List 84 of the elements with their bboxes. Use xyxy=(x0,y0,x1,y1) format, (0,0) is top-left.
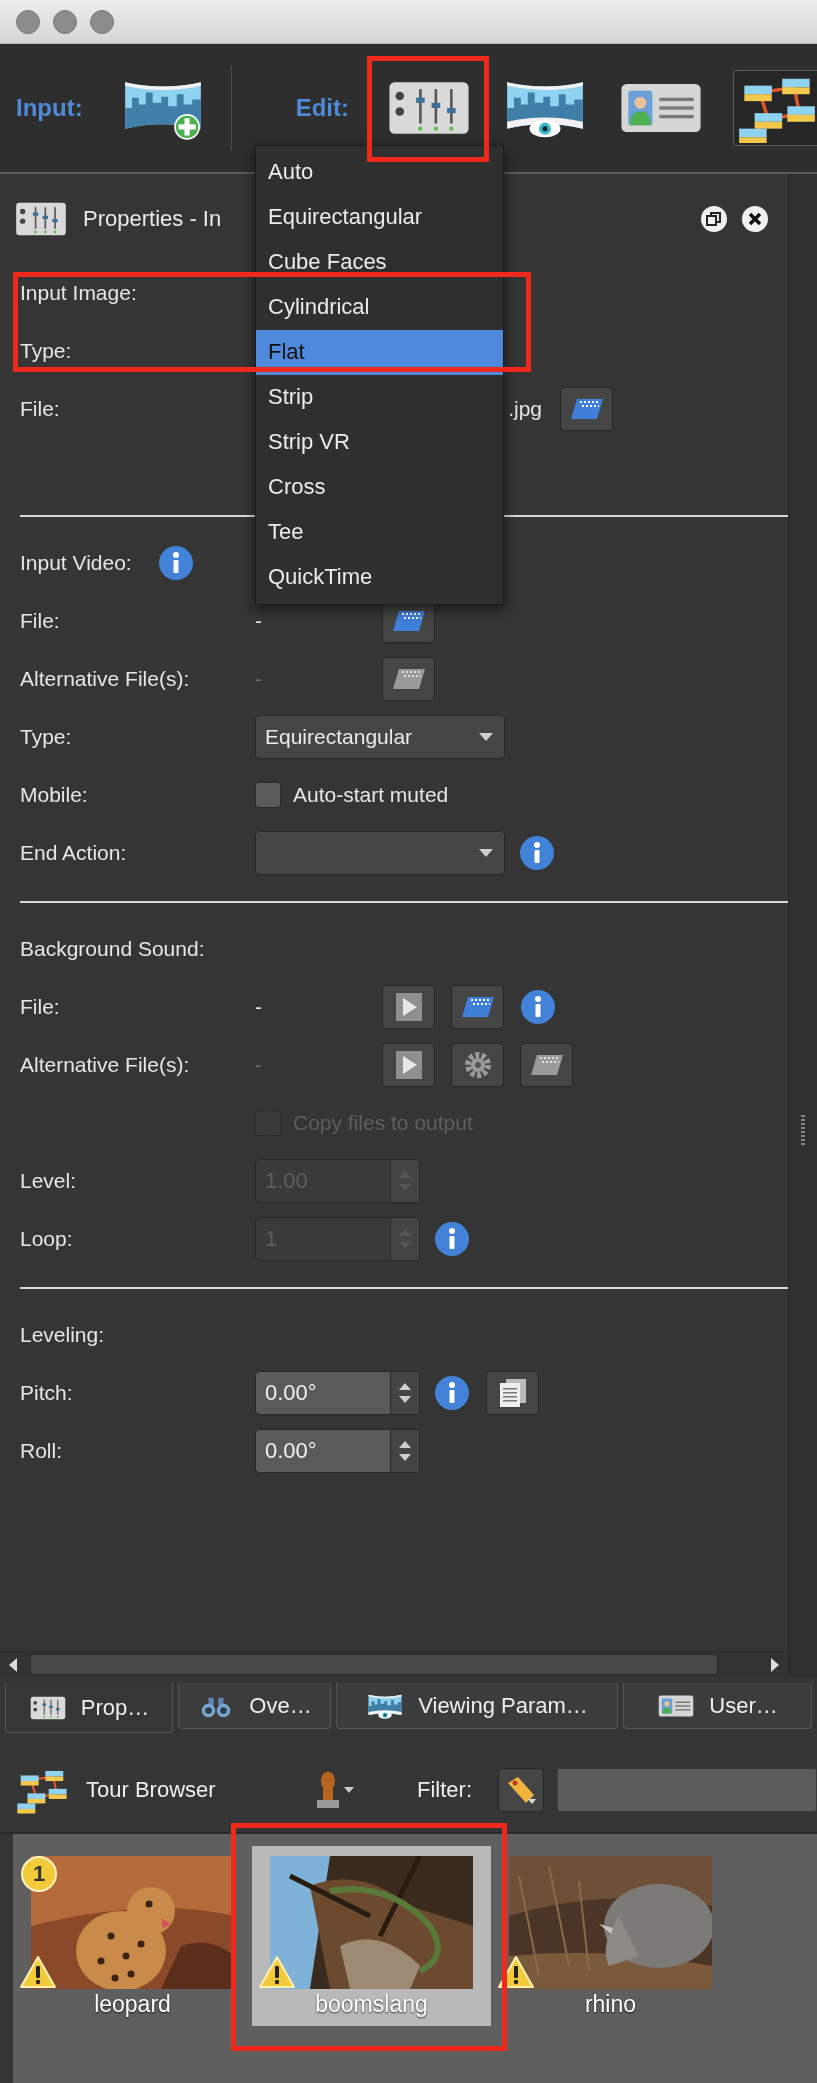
section-heading: Background Sound: xyxy=(20,937,205,961)
field-label: File: xyxy=(20,609,61,633)
folder-icon xyxy=(392,669,425,689)
play-icon xyxy=(395,1051,422,1079)
warning-icon xyxy=(19,1955,57,1989)
item-name: boomslang xyxy=(315,1991,428,2018)
info-icon[interactable] xyxy=(519,835,555,871)
spin-box[interactable]: 0.00° xyxy=(255,1371,420,1415)
menu-item[interactable]: Cube Faces xyxy=(256,239,503,285)
tag-button[interactable] xyxy=(498,1768,544,1812)
menu-item[interactable]: Strip VR xyxy=(256,419,503,465)
tour-item[interactable]: 1 leopard xyxy=(13,1846,252,2026)
menu-item[interactable]: Cross xyxy=(256,464,503,510)
tab[interactable]: Ove… xyxy=(178,1683,331,1729)
dropdown[interactable]: Equirectangular xyxy=(255,715,505,759)
window-control[interactable] xyxy=(90,9,114,34)
section-heading: Leveling: xyxy=(20,1323,105,1347)
toolbar-button[interactable] xyxy=(732,70,817,146)
toolbar-label: Input: xyxy=(16,94,83,122)
caret-icon xyxy=(478,732,494,742)
field-label: Loop: xyxy=(20,1227,74,1251)
warning-icon xyxy=(258,1955,296,1989)
tab[interactable]: User… xyxy=(623,1683,812,1729)
play-icon xyxy=(395,993,422,1021)
folder-icon xyxy=(461,997,494,1017)
field-label: End Action: xyxy=(20,841,128,865)
item-name: leopard xyxy=(94,1991,171,2018)
field-label: File: xyxy=(20,995,61,1019)
menu-item[interactable]: QuickTime xyxy=(256,554,503,600)
folder-icon xyxy=(530,1055,563,1075)
section-heading: Input Video: xyxy=(20,551,132,575)
field-label: File: xyxy=(20,397,61,421)
tour-item[interactable]: rhino xyxy=(491,1846,730,2026)
info-icon[interactable] xyxy=(434,1221,470,1257)
filter-label: Filter: xyxy=(417,1777,472,1803)
field-label: Level: xyxy=(20,1169,78,1193)
filter-field[interactable] xyxy=(557,1768,817,1812)
field-value: - xyxy=(255,667,262,690)
field-label: Alternative File(s): xyxy=(20,1053,191,1077)
field-label: Mobile: xyxy=(20,783,89,807)
panel-title: Properties - In xyxy=(83,206,222,232)
folder-icon xyxy=(570,399,603,419)
scrollbar-thumb[interactable] xyxy=(30,1654,718,1675)
toolbar-label: Edit: xyxy=(295,94,349,122)
folder-button[interactable] xyxy=(560,387,613,431)
section-heading: Input Image: xyxy=(20,281,137,305)
spin-box[interactable]: 0.00° xyxy=(255,1429,420,1473)
window-control[interactable] xyxy=(16,9,40,34)
tab[interactable]: Prop… xyxy=(5,1683,173,1733)
warning-icon xyxy=(497,1955,535,1989)
close-icon[interactable] xyxy=(742,206,768,232)
window-control[interactable] xyxy=(53,9,77,34)
restore-icon[interactable] xyxy=(701,206,727,232)
menu-item[interactable]: Tee xyxy=(256,509,503,555)
field-value: - xyxy=(255,609,262,632)
gear-icon xyxy=(463,1051,492,1079)
panel-title: Tour Browser xyxy=(86,1777,217,1803)
field-label: Pitch: xyxy=(20,1381,74,1405)
menu-item[interactable]: Equirectangular xyxy=(256,194,503,240)
info-icon[interactable] xyxy=(157,545,194,581)
menu-item[interactable]: Strip xyxy=(256,374,503,420)
number-badge: 1 xyxy=(21,1856,57,1892)
checkbox-label: Auto-start muted xyxy=(293,783,449,807)
copy-button[interactable] xyxy=(486,1371,539,1415)
field-label: Type: xyxy=(20,339,73,363)
item-name: rhino xyxy=(584,1991,637,2018)
checkbox[interactable] xyxy=(255,782,281,808)
field-label: Alternative File(s): xyxy=(20,667,191,691)
field-value: - xyxy=(255,1053,262,1076)
info-icon[interactable] xyxy=(520,989,556,1025)
field-value: - xyxy=(255,995,262,1018)
play-button[interactable] xyxy=(382,985,435,1029)
caret-icon xyxy=(478,848,494,858)
document-copy-icon xyxy=(497,1377,528,1409)
field-label: Roll: xyxy=(20,1439,63,1463)
field-value: .jpg xyxy=(508,397,542,420)
info-icon[interactable] xyxy=(434,1375,470,1411)
folder-button[interactable] xyxy=(451,985,504,1029)
resize-grip[interactable] xyxy=(800,1114,806,1148)
menu-item[interactable]: Cylindrical xyxy=(256,284,503,330)
field-label: Type: xyxy=(20,725,73,749)
folder-icon xyxy=(392,611,425,631)
menu-item[interactable]: Auto xyxy=(256,149,503,195)
tab[interactable]: Viewing Param… xyxy=(336,1683,618,1729)
